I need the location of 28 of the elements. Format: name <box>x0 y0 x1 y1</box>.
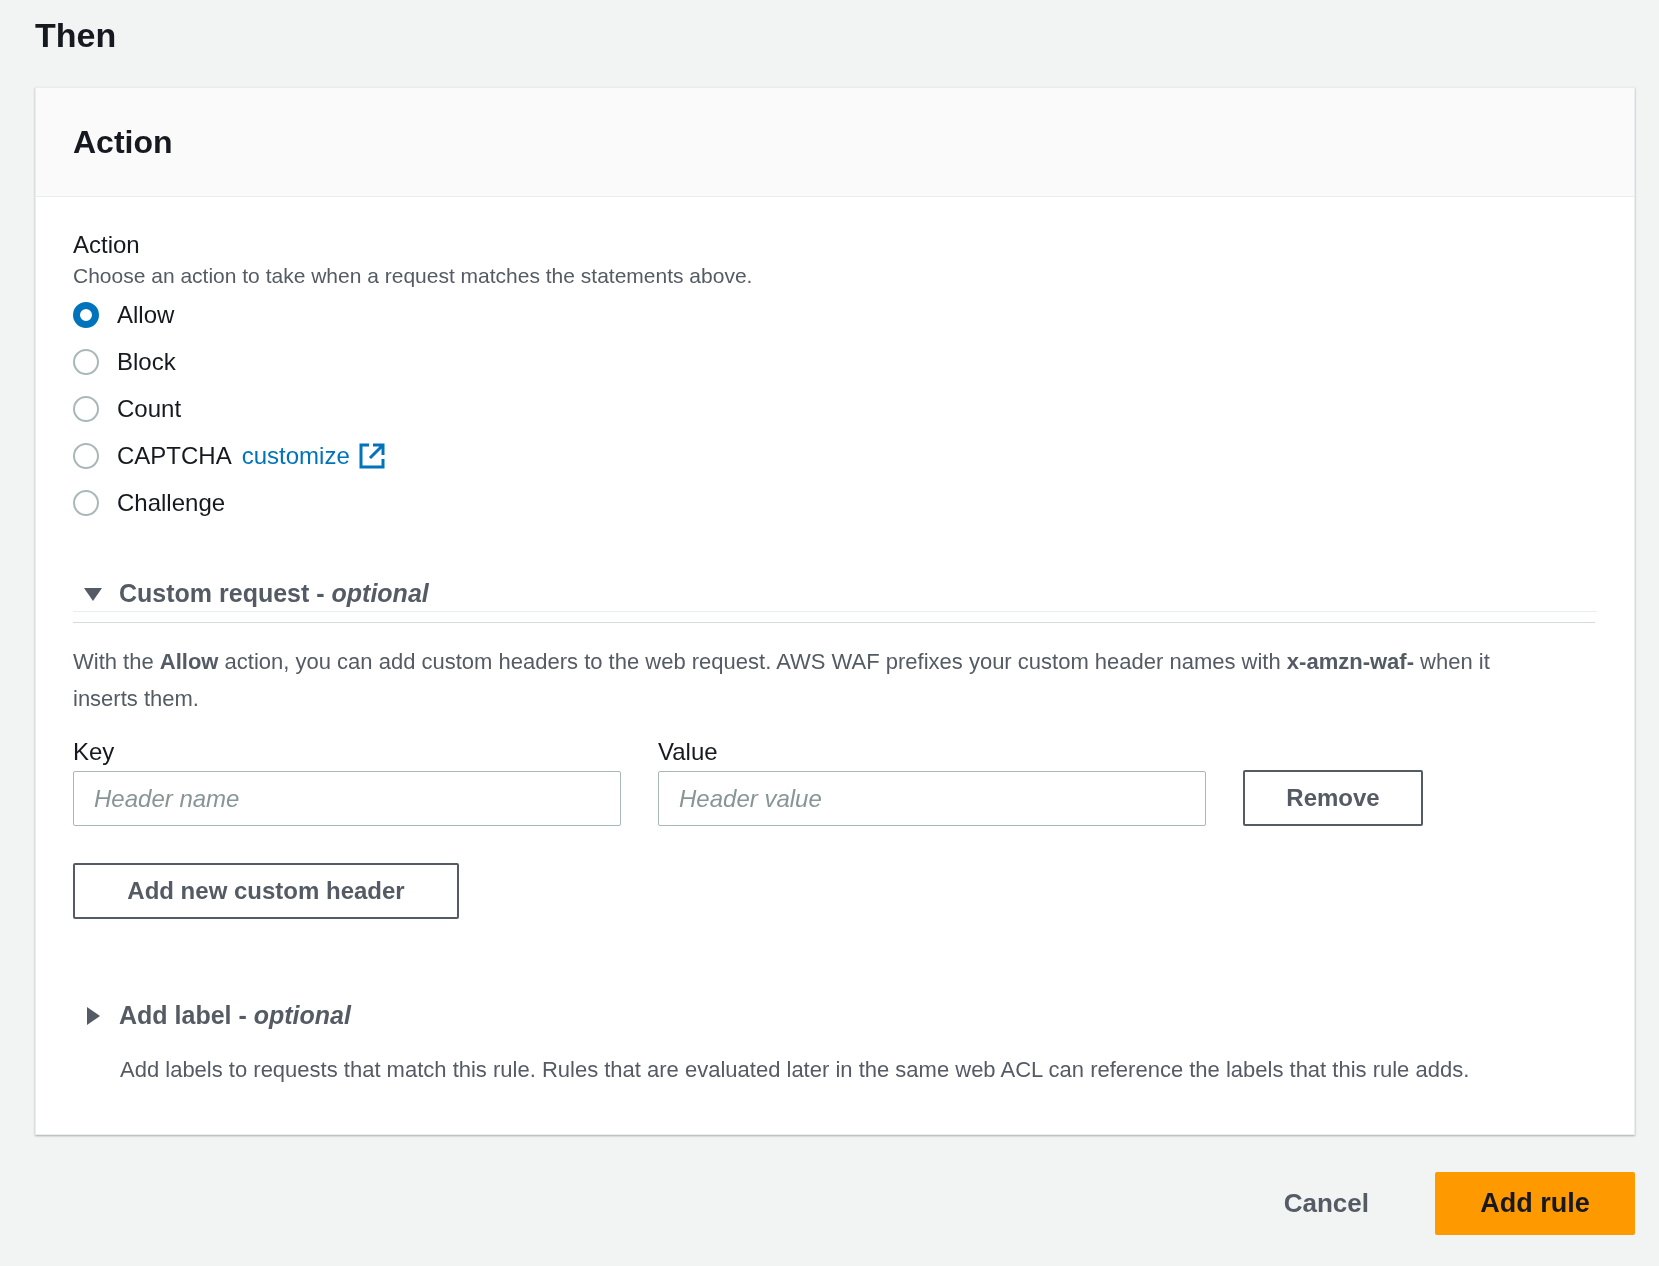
radio-label: Count <box>117 393 182 424</box>
add-rule-button[interactable]: Add rule <box>1435 1171 1635 1235</box>
field-description: Choose an action to take when a request matches the statements above. <box>73 263 754 289</box>
radio-button[interactable] <box>73 301 99 328</box>
external-link-icon <box>357 441 386 470</box>
header-value-field[interactable]: Header value <box>658 771 1206 826</box>
radio-label: CAPTCHA <box>117 440 232 471</box>
radio-button[interactable] <box>73 489 99 516</box>
panel-title: Action <box>73 123 173 162</box>
add-label-description: Add labels to requests that match this rule. Rules that are evaluated later in the same web ACL can reference the labels that this rule adds. <box>119 1055 1471 1084</box>
header-name-field[interactable]: Header name <box>73 771 621 826</box>
custom-request-description: With the Allow action, you can add custom headers to the web request. AWS WAF prefixes your custom header names with x-amzn-waf- when it inserts them. <box>73 648 1491 713</box>
field-label: Value <box>658 737 719 767</box>
radio-label: Allow <box>117 299 175 330</box>
customize-link[interactable]: customize <box>241 437 386 474</box>
custom-request-toggle[interactable]: Custom request - optional <box>83 574 429 613</box>
add-header-button[interactable]: Add new custom header <box>73 863 459 919</box>
add-label-toggle[interactable]: Add label - optional <box>83 997 351 1035</box>
radio-label: Challenge <box>117 487 226 518</box>
field-label: Action <box>73 230 141 260</box>
radio-button[interactable] <box>73 395 99 422</box>
cancel-button[interactable]: Cancel <box>1267 1172 1385 1234</box>
page-title: Then <box>35 15 118 56</box>
radio-label: Block <box>117 346 176 377</box>
radio-button[interactable] <box>73 442 99 469</box>
radio-button[interactable] <box>73 348 99 375</box>
field-label: Key <box>73 737 116 767</box>
remove-button[interactable]: Remove <box>1243 770 1423 826</box>
